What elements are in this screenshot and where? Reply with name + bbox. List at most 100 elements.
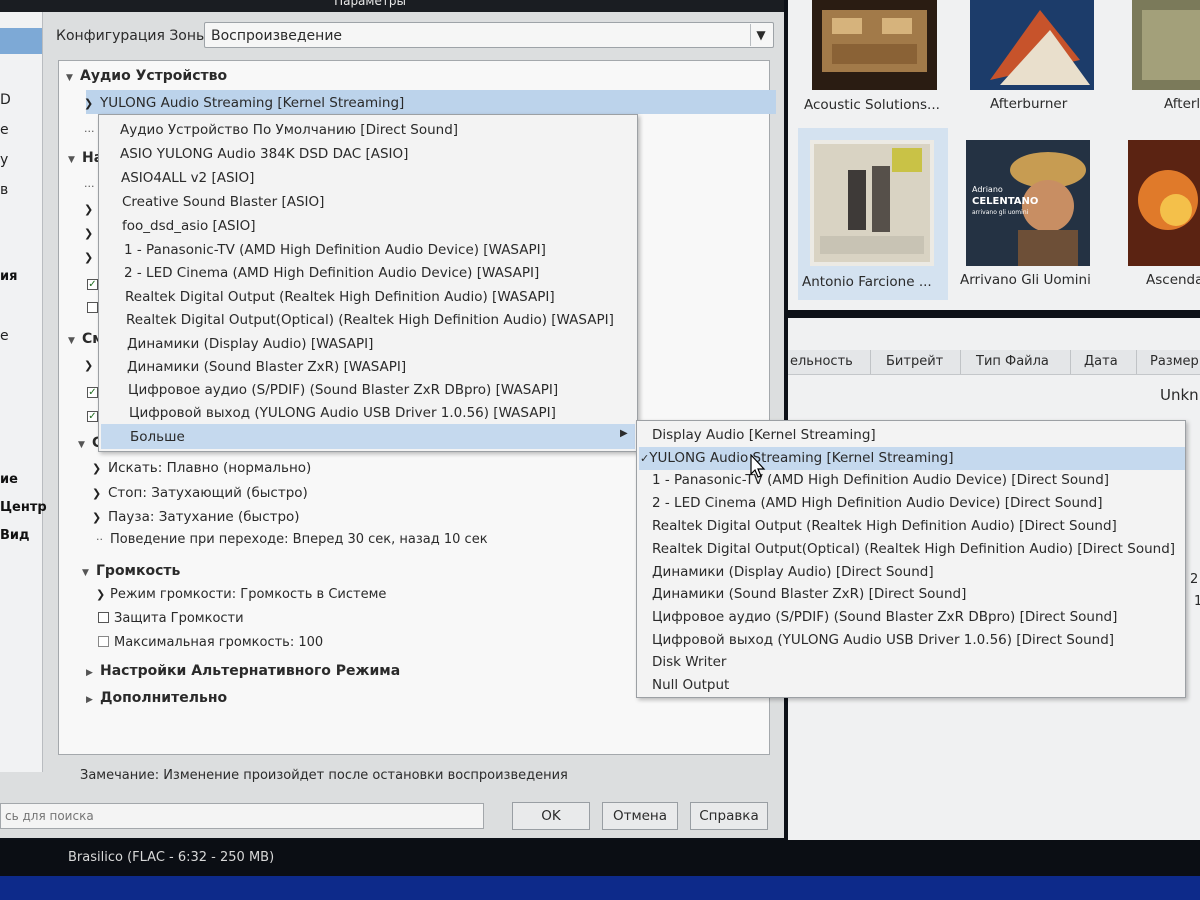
chevron-down-icon: ❯ [96,588,106,601]
cover-artist-surname: CELENTANO [972,196,1038,207]
now-playing-status: Brasilico (FLAC - 6:32 - 250 MB) [68,850,275,865]
menu-item[interactable]: Realtek Digital Output (Realtek High Def… [125,289,555,305]
sidebar-item[interactable]: ие [0,472,18,487]
menu-item[interactable]: Null Output [652,677,729,693]
menu-item[interactable]: 1 - Panasonic-TV (AMD High Definition Au… [652,472,1109,488]
stop-setting[interactable]: ❯ Стоп: Затухающий (быстро) [92,485,308,501]
sidebar-item[interactable]: Центр [0,500,47,515]
sidebar-item[interactable]: у [0,152,8,168]
tree-node-additional[interactable]: ▶ Дополнительно [86,690,227,706]
sidebar-item[interactable]: ия [0,269,17,284]
sidebar-item[interactable]: Вид [0,528,30,543]
tree-node-volume[interactable]: ▼ Громкость [82,563,180,579]
tree-node-alt-mode[interactable]: ▶ Настройки Альтернативного Режима [86,663,400,679]
menu-item[interactable]: ASIO4ALL v2 [ASIO] [121,170,254,186]
audio-device-value[interactable]: ❯ YULONG Audio Streaming [Kernel Streamin… [84,95,404,111]
pause-setting[interactable]: ❯ Пауза: Затухание (быстро) [92,509,300,525]
column-header-bitrate[interactable]: Битрейт [886,354,943,369]
menu-item[interactable]: Цифровой выход (YULONG Audio USB Driver … [652,632,1114,648]
volume-protect-setting[interactable]: Защита Громкости [98,611,244,626]
seek-setting[interactable]: ❯ Искать: Плавно (нормально) [92,460,311,476]
help-button[interactable]: Справка [690,802,768,830]
menu-item[interactable]: Цифровой выход (YULONG Audio USB Driver … [129,405,556,421]
menu-item-selected[interactable]: ✓YULONG Audio Streaming [Kernel Streamin… [640,450,954,466]
menu-item[interactable]: 1 - Panasonic-TV (AMD High Definition Au… [124,242,546,258]
album-cover[interactable] [1128,140,1200,266]
expanded-triangle-icon: ▼ [68,155,75,165]
collapsed-triangle-icon: ▶ [86,695,93,705]
collapsed-triangle-icon: ▶ [86,668,93,678]
menu-item[interactable]: ASIO YULONG Audio 384K DSD DAC [ASIO] [120,146,408,162]
transition-setting[interactable]: ·· Поведение при переходе: Вперед 30 сек,… [96,532,488,547]
menu-item[interactable]: Цифровое аудио (S/PDIF) (Sound Blaster Z… [128,382,558,398]
dialog-title: Параметры [334,0,406,8]
menu-item[interactable]: Realtek Digital Output(Optical) (Realtek… [126,312,614,328]
album-cover[interactable] [970,0,1094,90]
column-header-filetype[interactable]: Тип Файла [976,354,1049,369]
album-cover[interactable] [812,0,937,90]
album-title[interactable]: Acoustic Solutions... [804,97,940,113]
column-header-size[interactable]: Размер [1150,354,1199,369]
chevron-down-icon[interactable]: ▼ [750,24,771,46]
menu-item[interactable]: Аудио Устройство По Умолчанию [Direct So… [120,122,458,138]
menu-item-more[interactable]: Больше [130,429,185,445]
submenu-arrow-icon: ▶ [620,428,628,439]
sidebar-item[interactable]: в [0,182,8,198]
chevron-down-icon: ❯ [84,97,94,110]
audio-device-dropdown [98,114,638,452]
checkbox-unchecked[interactable] [98,612,109,623]
column-separator[interactable] [1070,350,1071,374]
volume-mode-setting[interactable]: ❯ Режим громкости: Громкость в Системе [96,587,386,602]
dots-icon: ·· [96,533,103,546]
album-cover[interactable] [1132,0,1200,90]
album-title[interactable]: Afterburner [990,96,1067,112]
mouse-cursor-icon [750,454,766,478]
ok-button[interactable]: OK [512,802,590,830]
cancel-button[interactable]: Отмена [602,802,678,830]
menu-item[interactable]: foo_dsd_asio [ASIO] [122,218,256,234]
menu-item[interactable]: Disk Writer [652,654,726,670]
menu-item[interactable]: Динамики (Display Audio) [WASAPI] [127,336,373,352]
menu-item[interactable]: Display Audio [Kernel Streaming] [652,427,876,443]
column-header-duration[interactable]: ельность [790,354,853,369]
album-title[interactable]: Arrivano Gli Uomini [960,272,1091,288]
zone-config-select[interactable]: Воспроизведение ▼ [204,22,774,48]
tree-node-audio-device[interactable]: ▼ Аудио Устройство [66,68,227,84]
menu-item[interactable]: Цифровое аудио (S/PDIF) (Sound Blaster Z… [652,609,1117,625]
zone-config-label: Конфигурация Зоны: [56,28,212,44]
checkmark-icon: ✓ [640,452,650,465]
menu-item[interactable]: Realtek Digital Output(Optical) (Realtek… [652,541,1175,557]
track-cell: 2 [1190,572,1199,587]
album-title[interactable]: Ascenda [1146,272,1200,288]
expanded-triangle-icon: ▼ [66,73,73,83]
change-note: Замечание: Изменение произойдет после ос… [80,768,568,783]
menu-item[interactable]: Динамики (Display Audio) [Direct Sound] [652,564,934,580]
search-field[interactable] [0,803,484,829]
menu-item[interactable]: Realtek Digital Output (Realtek High Def… [652,518,1117,534]
sidebar-item[interactable]: е [0,122,9,138]
search-input[interactable] [3,804,477,828]
slider-icon [98,636,109,647]
sidebar-item[interactable]: D [0,92,11,108]
sidebar-selected-item[interactable] [0,28,42,54]
album-cover[interactable]: Adriano CELENTANO arrivano gli uomini [966,140,1090,266]
sidebar-item[interactable]: е [0,328,9,344]
settings-sidebar: D е у в ия е ие Центр Вид [0,12,47,772]
cover-title: arrivano gli uomini [972,209,1029,216]
column-separator[interactable] [1136,350,1137,374]
track-cell: Unkn [1160,386,1199,404]
menu-item[interactable]: Динамики (Sound Blaster ZxR) [WASAPI] [127,359,406,375]
max-volume-setting[interactable]: Максимальная громкость: 100 [98,635,323,650]
column-header-date[interactable]: Дата [1084,354,1118,369]
menu-item[interactable]: 2 - LED Cinema (AMD High Definition Audi… [652,495,1103,511]
chevron-down-icon: ❯ [92,462,102,475]
menu-item[interactable]: Creative Sound Blaster [ASIO] [122,194,324,210]
album-title[interactable]: Afterl [1164,96,1200,112]
expanded-triangle-icon: ▼ [68,336,75,346]
menu-item[interactable]: Динамики (Sound Blaster ZxR) [Direct Sou… [652,586,966,602]
column-separator[interactable] [870,350,871,374]
album-title[interactable]: Antonio Farcione ... [802,274,932,290]
column-separator[interactable] [960,350,961,374]
menu-item[interactable]: 2 - LED Cinema (AMD High Definition Audi… [124,265,539,281]
album-cover[interactable] [810,140,934,266]
